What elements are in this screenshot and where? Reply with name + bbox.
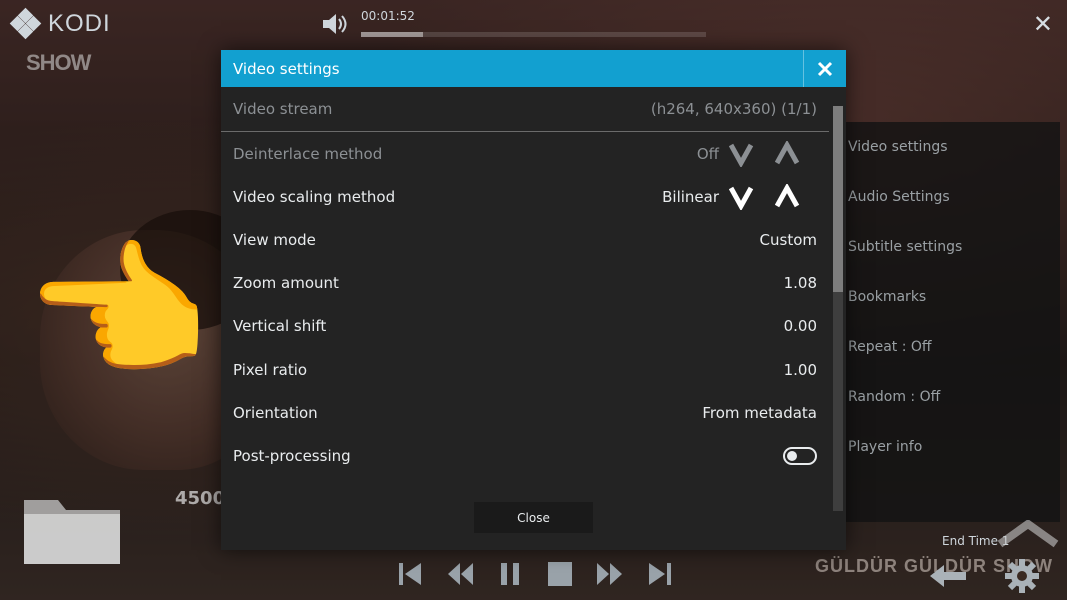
close-button[interactable]: Close: [474, 502, 593, 533]
kodi-logo: KODI: [9, 7, 111, 40]
toggle-knob: [787, 450, 797, 461]
setting-value: [783, 446, 817, 465]
setting-label: Deinterlace method: [233, 144, 383, 163]
pause-icon[interactable]: [495, 558, 525, 590]
kodi-logo-icon: [9, 7, 42, 40]
setting-label: Zoom amount: [233, 274, 339, 293]
setting-label: Vertical shift: [233, 317, 327, 336]
setting-value: 0.00: [784, 317, 817, 335]
settings-scrollbar[interactable]: [833, 106, 843, 511]
setting-row: Video stream (h264, 640x360) (1/1): [221, 87, 829, 132]
side-menu-item[interactable]: Bookmarks: [846, 272, 1060, 322]
setting-label: Video scaling method: [233, 187, 396, 206]
setting-value-text: From metadata: [702, 403, 817, 422]
setting-label: Post-processing: [233, 446, 351, 465]
dialog-title: Video settings: [233, 59, 340, 78]
setting-value-text: 0.00: [783, 317, 817, 336]
skip-previous-icon[interactable]: [395, 558, 425, 590]
overlay-number: 4500: [175, 488, 226, 509]
volume-icon[interactable]: [320, 12, 348, 40]
spinner-arrows-icon[interactable]: [729, 183, 817, 210]
seek-bar[interactable]: [361, 32, 706, 37]
stop-icon[interactable]: [545, 558, 575, 590]
close-player-icon[interactable]: ✕: [1033, 12, 1053, 36]
side-menu-item[interactable]: Repeat : Off: [846, 322, 1060, 372]
setting-label: Pixel ratio: [233, 360, 308, 379]
seek-bar-fill: [361, 32, 424, 37]
setting-label: Video stream: [233, 100, 333, 118]
setting-row[interactable]: Vertical shift 0.00: [221, 305, 829, 348]
setting-label: View mode: [233, 230, 316, 249]
setting-value-text: 1.08: [783, 274, 817, 293]
setting-value: 1.08: [784, 274, 817, 292]
folder-icon[interactable]: [22, 490, 122, 570]
setting-value: Custom: [760, 231, 817, 249]
setting-value-text: 1.00: [783, 360, 817, 379]
side-menu-item[interactable]: Video settings: [846, 122, 1060, 172]
setting-value: Bilinear: [662, 183, 817, 210]
side-menu-item[interactable]: Random : Off: [846, 372, 1060, 422]
setting-value-text: Custom: [759, 230, 817, 249]
side-menu-item[interactable]: Audio Settings: [846, 172, 1060, 222]
setting-value-text: Bilinear: [662, 187, 719, 206]
setting-value: Off: [696, 140, 817, 167]
post-processing-toggle[interactable]: [783, 446, 817, 465]
side-menu-item[interactable]: Player info: [846, 422, 1060, 472]
kodi-logo-text: KODI: [48, 10, 111, 37]
setting-value-text: (h264, 640x360) (1/1): [650, 100, 817, 118]
scrollbar-thumb[interactable]: [833, 106, 843, 292]
setting-row[interactable]: Post-processing: [221, 434, 829, 477]
setting-value: From metadata: [702, 404, 817, 422]
channel-logo: SHOW: [26, 50, 91, 75]
spinner-arrows-icon[interactable]: [729, 140, 817, 167]
setting-row[interactable]: View mode Custom: [221, 218, 829, 261]
setting-row[interactable]: Deinterlace method Off: [221, 132, 829, 175]
setting-value-text: Off: [696, 144, 719, 163]
pointing-hand-emoji: 👉: [28, 226, 215, 400]
setting-label: Orientation: [233, 403, 318, 422]
setting-row[interactable]: Zoom amount 1.08: [221, 262, 829, 305]
setting-value: 1.00: [784, 361, 817, 379]
gear-icon[interactable]: [1004, 558, 1040, 598]
video-settings-dialog: Video settings Video stream (h264, 640x36…: [221, 50, 846, 550]
player-settings-menu: Video settings Audio Settings Subtitle set…: [846, 122, 1060, 522]
setting-row[interactable]: Video scaling method Bilinear: [221, 175, 829, 218]
rewind-icon[interactable]: [445, 558, 475, 590]
skip-next-icon[interactable]: [645, 558, 675, 590]
back-arrow-icon[interactable]: [928, 563, 968, 593]
elapsed-time: 00:01:52: [361, 9, 415, 23]
setting-value: (h264, 640x360) (1/1): [651, 100, 817, 118]
settings-list: Video stream (h264, 640x360) (1/1) Deinter…: [221, 87, 829, 478]
dialog-close-icon[interactable]: [803, 50, 846, 87]
side-menu-item[interactable]: Subtitle settings: [846, 222, 1060, 272]
chevron-up-icon[interactable]: [996, 519, 1060, 552]
transport-controls: [395, 558, 675, 590]
dialog-header: Video settings: [221, 50, 846, 87]
fast-forward-icon[interactable]: [595, 558, 625, 590]
setting-row[interactable]: Pixel ratio 1.00: [221, 348, 829, 391]
setting-row[interactable]: Orientation From metadata: [221, 391, 829, 434]
